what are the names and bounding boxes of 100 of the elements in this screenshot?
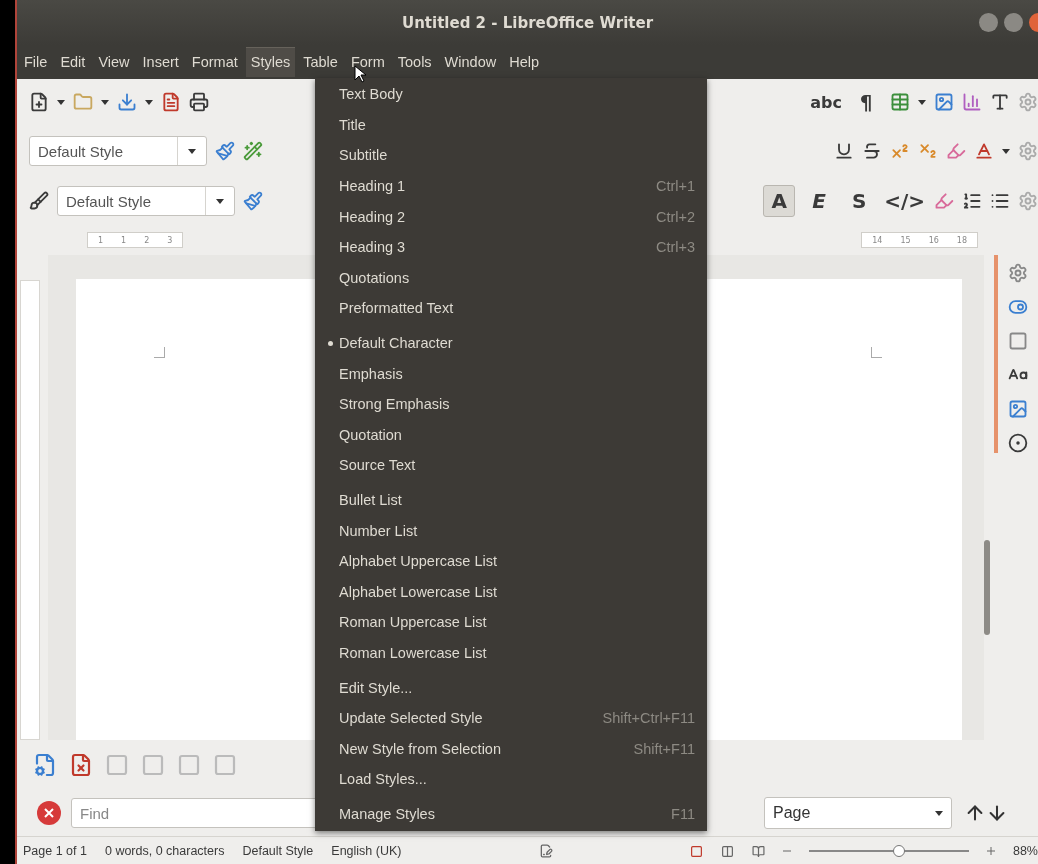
book-icon[interactable] (751, 844, 765, 858)
font-color-icon[interactable] (974, 141, 994, 161)
menu-item[interactable]: Help (504, 47, 544, 77)
caret-icon[interactable] (1002, 148, 1010, 154)
menu-item[interactable]: Window (439, 47, 502, 77)
menu-entry[interactable]: Default Character (315, 327, 707, 359)
image-icon[interactable] (1008, 399, 1028, 419)
highlighter-icon[interactable] (934, 191, 954, 211)
ruler-number: 2 (144, 235, 150, 245)
character-style-button[interactable]: </> (883, 185, 926, 217)
menu-entry[interactable]: Load Styles... (315, 764, 707, 795)
save-icon[interactable] (117, 92, 137, 112)
menu-item[interactable]: Styles (245, 47, 296, 77)
caret-icon[interactable] (101, 99, 109, 105)
image-icon[interactable] (934, 92, 954, 112)
menu-entry[interactable]: Subtitle (315, 140, 707, 171)
menu-entry[interactable]: Edit Style... (315, 672, 707, 703)
menu-item[interactable]: File (19, 47, 53, 77)
menu-entry[interactable]: Roman Uppercase List (315, 607, 707, 638)
gear-icon[interactable] (1008, 263, 1028, 283)
text-box-icon[interactable] (990, 92, 1010, 112)
brush-icon[interactable] (29, 191, 49, 211)
subscript-icon[interactable] (918, 141, 938, 161)
menu-entry[interactable]: Title (315, 109, 707, 141)
menu-entry[interactable]: Alphabet Uppercase List (315, 545, 707, 577)
menu-item[interactable]: Tools (392, 47, 437, 77)
document-icon[interactable] (69, 753, 93, 777)
navigator-icon[interactable] (1008, 433, 1028, 453)
zoom-in-icon[interactable] (986, 847, 995, 855)
menu-entry[interactable]: Heading 2 Ctrl+2 (315, 201, 707, 232)
menu-entry[interactable]: Roman Lowercase List (315, 637, 707, 669)
highlighter-icon[interactable] (946, 141, 966, 161)
gear-icon[interactable] (1018, 191, 1038, 211)
zoom-slider-thumb[interactable] (892, 845, 905, 857)
superscript-icon[interactable] (890, 141, 910, 161)
document-icon[interactable] (33, 753, 57, 777)
caret-icon[interactable] (57, 99, 65, 105)
menu-entry[interactable]: Heading 3 Ctrl+3 (315, 231, 707, 263)
spelling-button[interactable]: abc (810, 87, 842, 117)
ruler-number: 1 (98, 235, 104, 245)
numbered-list-icon[interactable] (962, 191, 982, 211)
square-icon[interactable] (1008, 331, 1028, 351)
character-style-dropdown[interactable]: Default Style (57, 186, 235, 216)
ruler-number: 15 (900, 235, 911, 245)
gear-icon[interactable] (1018, 92, 1038, 112)
menu-entry[interactable]: Text Body (315, 79, 707, 110)
maximize-button[interactable] (1004, 13, 1023, 32)
menu-entry[interactable]: Quotations (315, 262, 707, 294)
ruler-number: 18 (956, 235, 967, 245)
caret-icon[interactable] (188, 148, 196, 154)
folder-icon[interactable] (73, 92, 93, 112)
menu-entry[interactable]: Quotation (315, 419, 707, 451)
signature-icon[interactable] (538, 844, 553, 858)
bullet-list-icon[interactable] (990, 191, 1010, 211)
menu-item[interactable]: Format (186, 47, 243, 77)
caret-icon[interactable] (918, 99, 926, 105)
zoom-out-icon[interactable] (782, 847, 791, 855)
menu-item[interactable]: Insert (137, 47, 184, 77)
menu-entry[interactable]: Preformatted Text (315, 293, 707, 324)
menu-item[interactable]: Edit (55, 47, 91, 77)
menu-entry[interactable]: Heading 1 Ctrl+1 (315, 170, 707, 202)
formatting-marks-button[interactable]: ¶ (850, 86, 882, 118)
menu-item[interactable]: Form (345, 47, 390, 77)
ruler-number: 16 (928, 235, 939, 245)
paragraph-style-dropdown[interactable]: Default Style (29, 136, 207, 166)
menu-entry[interactable]: Strong Emphasis (315, 388, 707, 420)
character-style-button[interactable]: E (803, 185, 836, 217)
printer-icon[interactable] (189, 92, 209, 112)
character-style-button[interactable]: S (843, 185, 876, 217)
caret-icon[interactable] (935, 810, 943, 816)
close-icon[interactable] (37, 801, 61, 825)
chart-icon[interactable] (962, 92, 982, 112)
margin-corner-mark (154, 347, 165, 358)
word-count: 0 words, 0 characters (104, 844, 225, 858)
menu-entry[interactable]: Emphasis (315, 358, 707, 389)
two-page-icon[interactable] (720, 844, 734, 858)
scrollbar-thumb[interactable] (984, 540, 990, 635)
minimize-button[interactable] (979, 13, 998, 32)
menu-item[interactable]: View (93, 47, 135, 77)
menu-entry[interactable]: Bullet List (315, 484, 707, 516)
zoom-level[interactable]: 88% (1012, 844, 1038, 858)
menu-entry[interactable]: Update Selected Style Shift+Ctrl+F11 (315, 702, 707, 734)
strikethrough-icon[interactable] (862, 141, 882, 161)
toggle-icon[interactable] (1008, 297, 1028, 317)
table-icon[interactable] (890, 92, 910, 112)
gear-icon[interactable] (1018, 141, 1038, 161)
new-document-icon[interactable] (29, 92, 49, 112)
single-page-icon[interactable] (689, 844, 703, 858)
caret-icon[interactable] (216, 198, 224, 204)
wand-icon[interactable] (243, 141, 263, 161)
menu-entry[interactable]: Number List (315, 515, 707, 546)
navigate-by-dropdown[interactable]: Page (764, 797, 952, 829)
menu-entry[interactable]: Alphabet Lowercase List (315, 576, 707, 608)
underline-icon[interactable] (834, 141, 854, 161)
character-style-button[interactable]: A (763, 185, 796, 217)
menu-item[interactable]: Table (298, 47, 343, 77)
menu-entry[interactable]: New Style from Selection Shift+F11 (315, 733, 707, 765)
pdf-icon[interactable] (161, 92, 181, 112)
menu-entry[interactable]: Source Text (315, 450, 707, 481)
caret-icon[interactable] (145, 99, 153, 105)
